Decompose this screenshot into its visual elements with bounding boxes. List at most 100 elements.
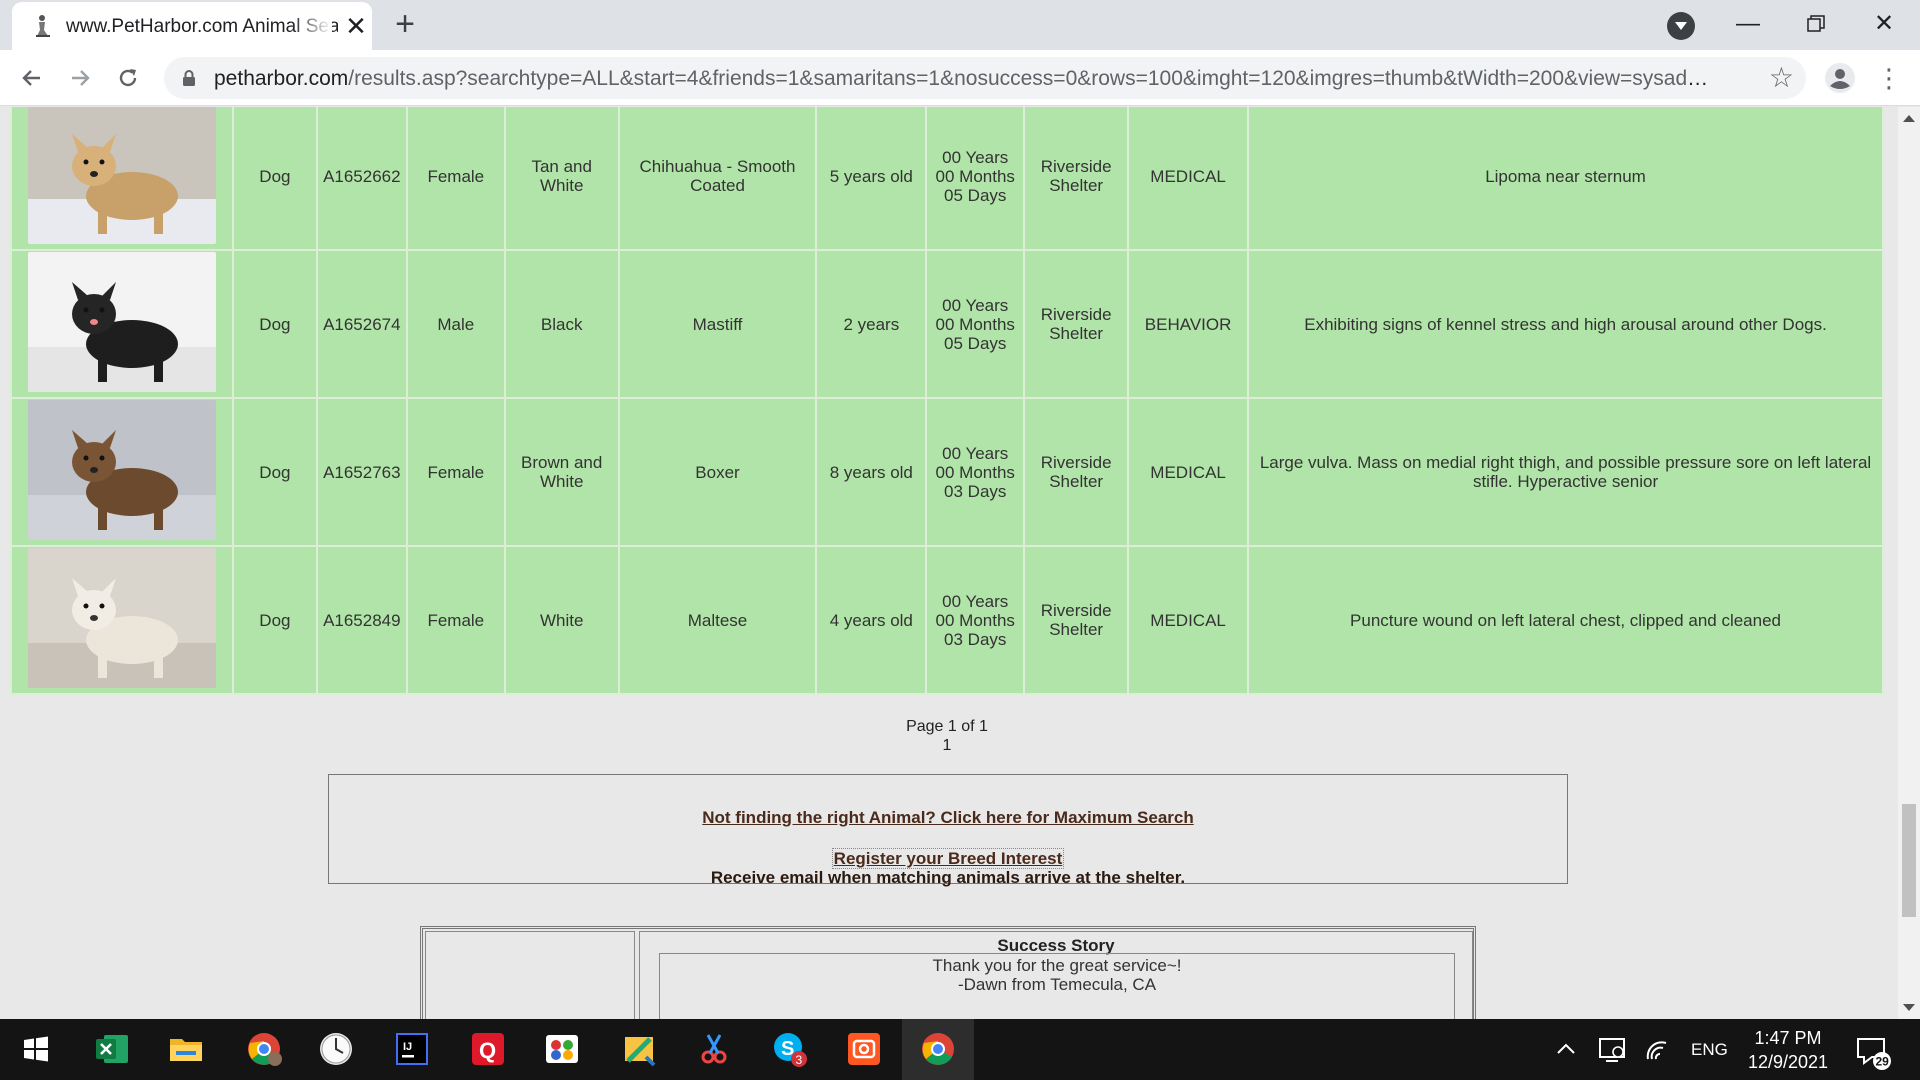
animal-type: Dog	[231, 397, 318, 547]
table-row: Dog A1652763 Female Brown and White Boxer 8 y…	[10, 397, 1884, 547]
animal-notes: Puncture wound on left lateral chest, cl…	[1247, 545, 1884, 695]
windows-taskbar: IJ Q S 3 ENG 1:47 PM 12/9/2021 29	[0, 1019, 1920, 1080]
table-row: Dog A1652849 Female White Maltese 4 years old…	[10, 545, 1884, 695]
intellij-icon[interactable]: IJ	[392, 1029, 432, 1069]
pagination: Page 1 of 1 1	[0, 717, 1894, 755]
profile-avatar-icon[interactable]	[1820, 58, 1860, 98]
petharbor-favicon-icon	[36, 15, 50, 37]
wifi-icon[interactable]	[1638, 1029, 1678, 1069]
vertical-scrollbar[interactable]	[1898, 107, 1920, 1019]
animal-photo[interactable]	[27, 252, 216, 392]
file-explorer-icon[interactable]	[166, 1029, 206, 1069]
svg-text:29: 29	[1876, 1055, 1890, 1069]
notification-center-icon[interactable]: 29	[1852, 1031, 1892, 1071]
photos-app-icon[interactable]	[542, 1029, 582, 1069]
animal-age: 4 years old	[815, 545, 928, 695]
success-story-photo-cell	[425, 931, 635, 1019]
minimize-button[interactable]: —	[1718, 4, 1778, 44]
search-promo-box: Not finding the right Animal? Click here…	[328, 774, 1568, 887]
animal-id: A1652662	[315, 107, 408, 251]
animal-photo[interactable]	[27, 400, 216, 540]
table-row: Dog A1652662 Female Tan and White Chihuahua …	[10, 107, 1884, 251]
restore-button[interactable]	[1786, 4, 1846, 44]
animal-reason: BEHAVIOR	[1127, 249, 1250, 399]
animal-location: Riverside Shelter	[1023, 397, 1130, 547]
lock-icon[interactable]	[182, 69, 196, 87]
tab-search-icon[interactable]	[1667, 12, 1695, 40]
svg-text:IJ: IJ	[403, 1041, 412, 1053]
breed-interest-link[interactable]: Register your Breed Interest	[831, 848, 1065, 869]
animal-sex: Female	[405, 107, 506, 251]
clock-app-icon[interactable]	[316, 1029, 356, 1069]
results-table: Dog A1652662 Female Tan and White Chihuahua …	[10, 107, 1884, 695]
camera-app-icon[interactable]	[844, 1029, 884, 1069]
address-bar[interactable]: petharbor.com/results.asp?searchtype=ALL…	[164, 57, 1806, 99]
new-tab-button[interactable]: +	[388, 7, 422, 42]
page-status: Page 1 of 1	[906, 718, 988, 735]
back-icon[interactable]	[12, 58, 52, 98]
scroll-up-icon[interactable]	[1903, 115, 1915, 122]
reload-icon[interactable]	[108, 58, 148, 98]
tab-close-icon[interactable]: ✕	[342, 12, 370, 40]
animal-reason: MEDICAL	[1127, 397, 1250, 547]
animal-type: Dog	[231, 545, 318, 695]
animal-time-in-shelter: 00 Years 00 Months 03 Days	[925, 397, 1026, 547]
animal-time-in-shelter: 00 Years 00 Months 05 Days	[925, 249, 1026, 399]
animal-reason: MEDICAL	[1127, 107, 1250, 251]
page-content: Dog A1652662 Female Tan and White Chihuahua …	[0, 107, 1898, 1019]
success-story-panel: Success Story Thank you for the great se…	[420, 926, 1476, 1019]
svg-text:3: 3	[796, 1053, 803, 1067]
forward-icon[interactable]	[60, 58, 100, 98]
scrollbar-thumb[interactable]	[1902, 804, 1916, 917]
animal-breed: Chihuahua - Smooth Coated	[617, 107, 818, 251]
windows-start-icon[interactable]	[16, 1029, 56, 1069]
browser-menu-icon[interactable]: ⋮	[1874, 58, 1904, 98]
close-window-button[interactable]: ✕	[1854, 4, 1914, 44]
animal-reason: MEDICAL	[1127, 545, 1250, 695]
maximum-search-link[interactable]: Not finding the right Animal? Click here…	[702, 808, 1194, 827]
animal-location: Riverside Shelter	[1023, 107, 1130, 251]
animal-age: 5 years old	[815, 107, 928, 251]
animal-type: Dog	[231, 107, 318, 251]
animal-time-in-shelter: 00 Years 00 Months 05 Days	[925, 107, 1026, 251]
browser-tab[interactable]: www.PetHarbor.com Animal Search ✕	[12, 2, 372, 50]
animal-sex: Male	[405, 249, 506, 399]
language-indicator[interactable]: ENG	[1691, 1019, 1728, 1080]
animal-id: A1652763	[315, 397, 408, 547]
animal-color: Black	[503, 249, 620, 399]
tab-strip: www.PetHarbor.com Animal Search ✕ + — ✕	[0, 0, 1920, 50]
animal-notes: Large vulva. Mass on medial right thigh,…	[1247, 397, 1884, 547]
snipping-tool-icon[interactable]	[694, 1029, 734, 1069]
skype-icon[interactable]: S 3	[770, 1029, 810, 1069]
url-text[interactable]: petharbor.com/results.asp?searchtype=ALL…	[214, 67, 1714, 91]
browser-toolbar: petharbor.com/results.asp?searchtype=ALL…	[0, 50, 1920, 106]
success-story-text: Thank you for the great service~! -Dawn …	[659, 953, 1455, 1019]
animal-type: Dog	[231, 249, 318, 399]
animal-color: White	[503, 545, 620, 695]
chrome-profile-icon[interactable]	[244, 1029, 284, 1069]
tools-app-icon[interactable]	[620, 1029, 660, 1069]
chrome-icon[interactable]	[918, 1029, 958, 1069]
animal-notes: Lipoma near sternum	[1247, 107, 1884, 251]
show-hidden-icons-icon[interactable]	[1546, 1029, 1586, 1069]
scroll-down-icon[interactable]	[1903, 1004, 1915, 1011]
animal-notes: Exhibiting signs of kennel stress and hi…	[1247, 249, 1884, 399]
animal-age: 2 years	[815, 249, 928, 399]
animal-sex: Female	[405, 397, 506, 547]
animal-breed: Boxer	[617, 397, 818, 547]
animal-photo[interactable]	[27, 548, 216, 688]
device-sync-icon[interactable]	[1592, 1029, 1632, 1069]
svg-text:Q: Q	[479, 1038, 496, 1063]
page-link-1[interactable]: 1	[0, 736, 1894, 755]
bookmark-star-icon[interactable]: ☆	[1769, 61, 1794, 94]
qlik-icon[interactable]: Q	[468, 1029, 508, 1069]
animal-location: Riverside Shelter	[1023, 249, 1130, 399]
animal-time-in-shelter: 00 Years 00 Months 03 Days	[925, 545, 1026, 695]
animal-sex: Female	[405, 545, 506, 695]
animal-color: Tan and White	[503, 107, 620, 251]
system-clock[interactable]: 1:47 PM 12/9/2021	[1728, 1026, 1848, 1074]
animal-photo[interactable]	[27, 107, 216, 244]
excel-icon[interactable]	[92, 1029, 132, 1069]
animal-breed: Mastiff	[617, 249, 818, 399]
animal-id: A1652849	[315, 545, 408, 695]
